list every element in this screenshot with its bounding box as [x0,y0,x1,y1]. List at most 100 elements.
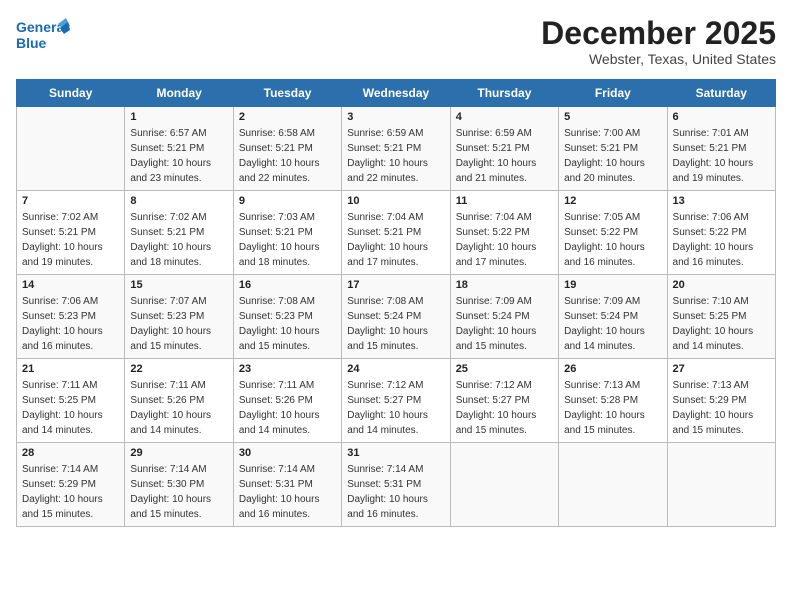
day-number: 19 [564,279,661,291]
cell-week2-day1: 7Sunrise: 7:02 AM Sunset: 5:21 PM Daylig… [17,191,125,275]
day-number: 11 [456,195,553,207]
month-title: December 2025 [541,16,776,51]
calendar-body: 1 Sunrise: 6:57 AM Sunset: 5:21 PM Daylig… [17,107,776,527]
logo: GeneralBlue [16,16,71,56]
svg-text:General: General [16,19,68,35]
cell-week5-day4: 31Sunrise: 7:14 AM Sunset: 5:31 PM Dayli… [342,443,450,527]
title-block: December 2025 Webster, Texas, United Sta… [541,16,776,67]
day-info: Sunrise: 7:02 AM Sunset: 5:21 PM Dayligh… [22,210,119,270]
day-info: Sunrise: 7:12 AM Sunset: 5:27 PM Dayligh… [347,378,444,438]
day-info: Sunrise: 7:13 AM Sunset: 5:28 PM Dayligh… [564,378,661,438]
day-number: 29 [130,447,227,459]
cell-week2-day3: 9Sunrise: 7:03 AM Sunset: 5:21 PM Daylig… [233,191,341,275]
day-number: 28 [22,447,119,459]
logo-icon: GeneralBlue [16,16,71,56]
day-info: Sunrise: 6:57 AM Sunset: 5:21 PM Dayligh… [130,126,227,186]
day-info: Sunrise: 7:13 AM Sunset: 5:29 PM Dayligh… [673,378,770,438]
cell-week4-day3: 23 Sunrise: 7:11 AM Sunset: 5:26 PM Dayli… [233,359,341,443]
day-info: Sunrise: 6:59 AM Sunset: 5:21 PM Dayligh… [456,126,553,186]
day-number: 27 [673,363,770,375]
cell-week5-day6 [559,443,667,527]
cell-week3-day4: 17 Sunrise: 7:08 AM Sunset: 5:24 PM Dayli… [342,275,450,359]
page-header: GeneralBlue December 2025 Webster, Texas… [16,16,776,67]
cell-week1-day7: 6 Sunrise: 7:01 AM Sunset: 5:21 PM Daylig… [667,107,775,191]
day-info: Sunrise: 7:01 AM Sunset: 5:21 PM Dayligh… [673,126,770,186]
day-number: 25 [456,363,553,375]
week-row-1: 1 Sunrise: 6:57 AM Sunset: 5:21 PM Daylig… [17,107,776,191]
day-number: 4 [456,111,553,123]
cell-week2-day6: 12 Sunrise: 7:05 AM Sunset: 5:22 PM Dayli… [559,191,667,275]
header-saturday: Saturday [667,80,775,107]
day-number: 12 [564,195,661,207]
day-number: 6 [673,111,770,123]
cell-week3-day1: 14 Sunrise: 7:06 AM Sunset: 5:23 PM Dayli… [17,275,125,359]
day-number: 24 [347,363,444,375]
cell-week4-day2: 22 Sunrise: 7:11 AM Sunset: 5:26 PM Dayli… [125,359,233,443]
day-number: 22 [130,363,227,375]
day-number: 2 [239,111,336,123]
day-number: 5 [564,111,661,123]
day-number: 8 [130,195,227,207]
cell-week1-day4: 3 Sunrise: 6:59 AM Sunset: 5:21 PM Daylig… [342,107,450,191]
header-friday: Friday [559,80,667,107]
header-sunday: Sunday [17,80,125,107]
day-number: 15 [130,279,227,291]
svg-text:Blue: Blue [16,35,47,51]
cell-week4-day7: 27 Sunrise: 7:13 AM Sunset: 5:29 PM Dayli… [667,359,775,443]
day-number: 17 [347,279,444,291]
day-info: Sunrise: 7:00 AM Sunset: 5:21 PM Dayligh… [564,126,661,186]
day-info: Sunrise: 7:08 AM Sunset: 5:23 PM Dayligh… [239,294,336,354]
day-info: Sunrise: 7:09 AM Sunset: 5:24 PM Dayligh… [564,294,661,354]
day-number: 21 [22,363,119,375]
day-info: Sunrise: 7:04 AM Sunset: 5:22 PM Dayligh… [456,210,553,270]
cell-week4-day4: 24 Sunrise: 7:12 AM Sunset: 5:27 PM Dayli… [342,359,450,443]
day-number: 23 [239,363,336,375]
calendar-header: SundayMondayTuesdayWednesdayThursdayFrid… [17,80,776,107]
cell-week3-day3: 16 Sunrise: 7:08 AM Sunset: 5:23 PM Dayli… [233,275,341,359]
day-info: Sunrise: 7:11 AM Sunset: 5:26 PM Dayligh… [130,378,227,438]
day-number: 10 [347,195,444,207]
day-info: Sunrise: 7:06 AM Sunset: 5:23 PM Dayligh… [22,294,119,354]
header-thursday: Thursday [450,80,558,107]
week-row-3: 14 Sunrise: 7:06 AM Sunset: 5:23 PM Dayli… [17,275,776,359]
day-number: 1 [130,111,227,123]
day-info: Sunrise: 7:14 AM Sunset: 5:30 PM Dayligh… [130,462,227,522]
day-number: 14 [22,279,119,291]
day-info: Sunrise: 7:11 AM Sunset: 5:25 PM Dayligh… [22,378,119,438]
cell-week5-day7 [667,443,775,527]
day-number: 3 [347,111,444,123]
cell-week4-day5: 25Sunrise: 7:12 AM Sunset: 5:27 PM Dayli… [450,359,558,443]
cell-week4-day1: 21 Sunrise: 7:11 AM Sunset: 5:25 PM Dayli… [17,359,125,443]
day-number: 18 [456,279,553,291]
day-info: Sunrise: 7:03 AM Sunset: 5:21 PM Dayligh… [239,210,336,270]
day-info: Sunrise: 6:58 AM Sunset: 5:21 PM Dayligh… [239,126,336,186]
cell-week5-day2: 29 Sunrise: 7:14 AM Sunset: 5:30 PM Dayli… [125,443,233,527]
cell-week3-day2: 15 Sunrise: 7:07 AM Sunset: 5:23 PM Dayli… [125,275,233,359]
day-info: Sunrise: 7:14 AM Sunset: 5:31 PM Dayligh… [239,462,336,522]
week-row-5: 28 Sunrise: 7:14 AM Sunset: 5:29 PM Dayli… [17,443,776,527]
day-number: 26 [564,363,661,375]
day-info: Sunrise: 7:11 AM Sunset: 5:26 PM Dayligh… [239,378,336,438]
day-info: Sunrise: 7:08 AM Sunset: 5:24 PM Dayligh… [347,294,444,354]
day-info: Sunrise: 7:06 AM Sunset: 5:22 PM Dayligh… [673,210,770,270]
week-row-4: 21 Sunrise: 7:11 AM Sunset: 5:25 PM Dayli… [17,359,776,443]
week-row-2: 7Sunrise: 7:02 AM Sunset: 5:21 PM Daylig… [17,191,776,275]
day-number: 13 [673,195,770,207]
cell-week2-day5: 11 Sunrise: 7:04 AM Sunset: 5:22 PM Dayli… [450,191,558,275]
cell-week2-day4: 10Sunrise: 7:04 AM Sunset: 5:21 PM Dayli… [342,191,450,275]
cell-week3-day5: 18Sunrise: 7:09 AM Sunset: 5:24 PM Dayli… [450,275,558,359]
cell-week1-day6: 5 Sunrise: 7:00 AM Sunset: 5:21 PM Daylig… [559,107,667,191]
cell-week1-day1 [17,107,125,191]
day-info: Sunrise: 7:14 AM Sunset: 5:29 PM Dayligh… [22,462,119,522]
day-info: Sunrise: 7:05 AM Sunset: 5:22 PM Dayligh… [564,210,661,270]
day-number: 16 [239,279,336,291]
cell-week5-day1: 28 Sunrise: 7:14 AM Sunset: 5:29 PM Dayli… [17,443,125,527]
cell-week2-day7: 13 Sunrise: 7:06 AM Sunset: 5:22 PM Dayli… [667,191,775,275]
header-monday: Monday [125,80,233,107]
cell-week5-day5 [450,443,558,527]
day-info: Sunrise: 7:14 AM Sunset: 5:31 PM Dayligh… [347,462,444,522]
day-info: Sunrise: 7:07 AM Sunset: 5:23 PM Dayligh… [130,294,227,354]
cell-week5-day3: 30Sunrise: 7:14 AM Sunset: 5:31 PM Dayli… [233,443,341,527]
day-info: Sunrise: 7:10 AM Sunset: 5:25 PM Dayligh… [673,294,770,354]
day-info: Sunrise: 6:59 AM Sunset: 5:21 PM Dayligh… [347,126,444,186]
